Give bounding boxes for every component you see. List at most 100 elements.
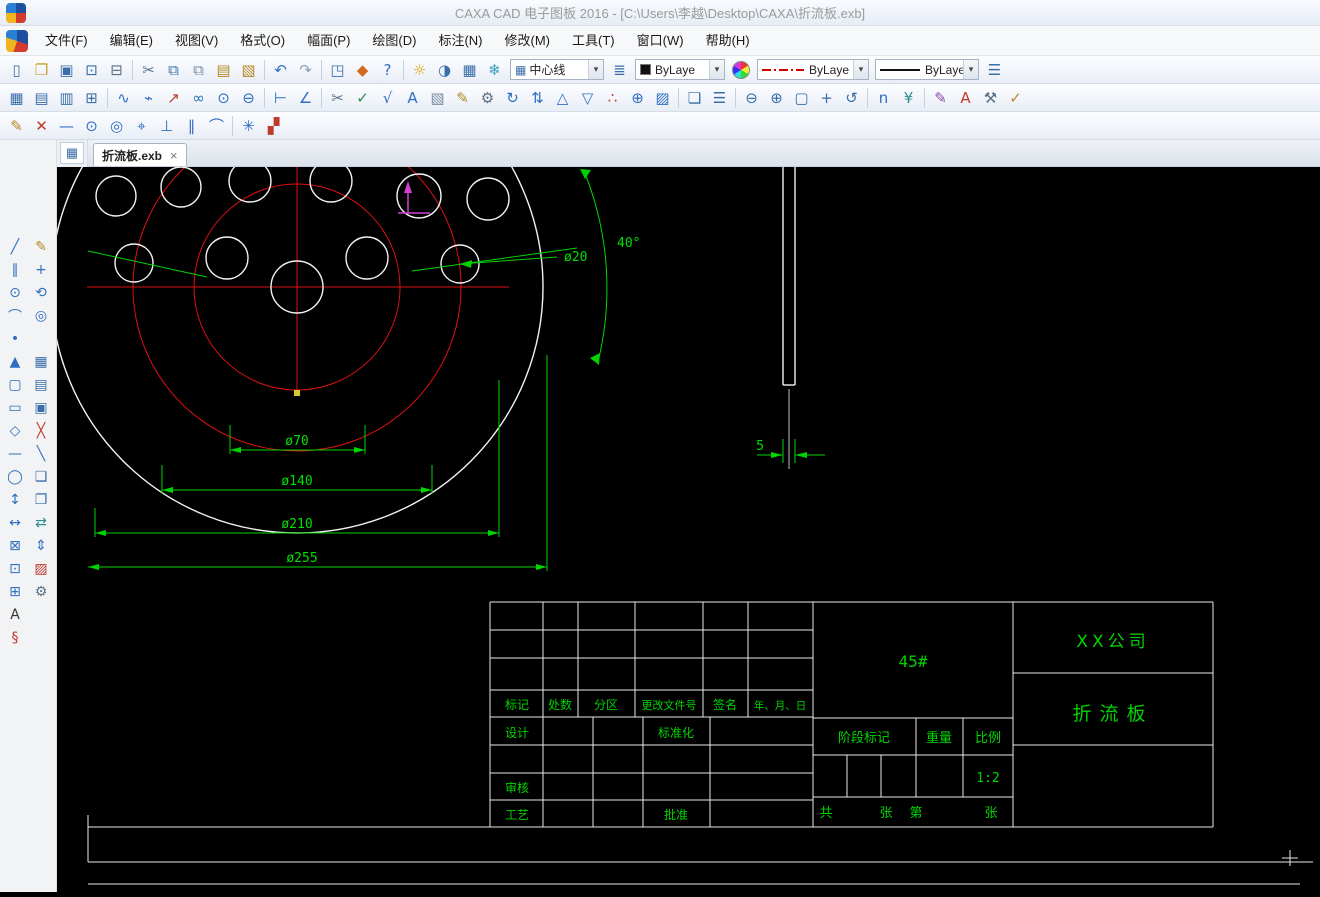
image-icon[interactable]: ▧ [425, 86, 450, 110]
segment-icon[interactable]: — [3, 443, 27, 465]
menu-help[interactable]: 帮助(H) [695, 29, 761, 53]
menu-file[interactable]: 文件(F) [34, 29, 99, 53]
copy-with-basepoint-icon[interactable]: ⧉ [186, 58, 211, 82]
divide-icon[interactable]: ╳ [29, 420, 53, 442]
ole-object-icon[interactable]: ◳ [325, 58, 350, 82]
mirror-icon[interactable]: ▽ [575, 86, 600, 110]
line-icon[interactable]: ╱ [3, 236, 27, 258]
copy-icon[interactable]: ⧉ [161, 58, 186, 82]
ellipse-icon[interactable]: ◯ [3, 466, 27, 488]
menu-format[interactable]: 格式(O) [229, 29, 296, 53]
chevron-down-icon[interactable]: ▾ [853, 60, 868, 79]
new-icon[interactable]: ▯ [4, 58, 29, 82]
style-check-icon[interactable]: ✓ [1003, 86, 1028, 110]
sketch-icon[interactable]: ✎ [4, 114, 29, 138]
parameter-bar-icon[interactable]: ▥ [54, 86, 79, 110]
menu-draw[interactable]: 绘图(D) [361, 29, 427, 53]
menu-window[interactable]: 窗口(W) [626, 29, 695, 53]
circle-draw-icon[interactable]: ⊙ [211, 86, 236, 110]
center-mark-icon[interactable]: ⊕ [625, 86, 650, 110]
regen-icon[interactable]: ↺ [839, 86, 864, 110]
zoom-out-icon[interactable]: ⊖ [739, 86, 764, 110]
sketch-pen-icon[interactable]: ✎ [29, 236, 53, 258]
pan-tool-icon[interactable]: ↔ [3, 512, 27, 534]
trim-icon[interactable]: ✂ [325, 86, 350, 110]
chevron-down-icon[interactable]: ▾ [709, 60, 724, 79]
slot-icon[interactable]: ⊖ [236, 86, 261, 110]
check-icon[interactable]: ✓ [350, 86, 375, 110]
zoom-window-icon[interactable]: ▢ [789, 86, 814, 110]
offset-icon[interactable]: ╲ [29, 443, 53, 465]
close-icon[interactable]: × [170, 148, 178, 163]
format-brush-icon[interactable]: n [871, 86, 896, 110]
point-icon[interactable]: • [3, 328, 27, 350]
angle-dimension-icon[interactable]: ∠ [293, 86, 318, 110]
menu-view[interactable]: 视图(V) [164, 29, 229, 53]
block-icon[interactable]: ▣ [29, 397, 53, 419]
erase-icon[interactable]: ✕ [29, 114, 54, 138]
text-icon[interactable]: A [3, 604, 27, 626]
spline-icon[interactable]: ∿ [111, 86, 136, 110]
center-icon[interactable]: ⌖ [129, 114, 154, 138]
annotate-icon[interactable]: A [953, 86, 978, 110]
gear-icon[interactable]: ⚙ [475, 86, 500, 110]
text-tool-icon[interactable]: A [400, 86, 425, 110]
sheet-settings-icon[interactable]: ▦ [4, 86, 29, 110]
settings-gear-icon[interactable]: ⚙ [29, 581, 53, 603]
document-tab[interactable]: 折流板.exb × [93, 143, 187, 166]
undo-icon[interactable]: ↶ [268, 58, 293, 82]
new-doc-icon[interactable]: ❏ [29, 466, 53, 488]
fill-icon[interactable]: ▲ [3, 351, 27, 373]
scale-icon[interactable]: △ [550, 86, 575, 110]
menu-modify[interactable]: 修改(M) [494, 29, 562, 53]
drawing-canvas[interactable]: ø70 ø140 ø210 ø255 ø20 40° 5 标记 处数 分区 更改… [50, 40, 1320, 892]
zigzag-icon[interactable]: § [3, 627, 27, 649]
point-style-icon[interactable]: ✳ [236, 114, 261, 138]
concentric-icon[interactable]: ◎ [29, 305, 53, 327]
layer-settings-icon[interactable]: ▦ [457, 58, 482, 82]
link-icon[interactable]: ∞ [186, 86, 211, 110]
hatch-tool-icon[interactable]: ▨ [29, 558, 53, 580]
list-icon[interactable]: ☰ [982, 58, 1007, 82]
open-icon[interactable]: ❐ [29, 58, 54, 82]
pan-icon[interactable]: + [814, 86, 839, 110]
move-icon[interactable]: + [29, 259, 53, 281]
block-edit-icon[interactable]: ▞ [261, 114, 286, 138]
table-icon[interactable]: ▤ [29, 374, 53, 396]
formula-icon[interactable]: √ [375, 86, 400, 110]
grid-icon[interactable]: ▦ [29, 351, 53, 373]
layer-on-icon[interactable]: ☼ [407, 58, 432, 82]
menu-tools[interactable]: 工具(T) [561, 29, 626, 53]
layer-visibility-icon[interactable]: ◑ [432, 58, 457, 82]
stretch-icon[interactable]: ⇕ [29, 535, 53, 557]
menu-dimension[interactable]: 标注(N) [427, 29, 493, 53]
fit-icon[interactable]: ↕ [3, 489, 27, 511]
color-combo[interactable]: ByLaye ▾ [635, 59, 725, 80]
polygon-icon[interactable]: ◇ [3, 420, 27, 442]
parallel-line-icon[interactable]: ∥ [3, 259, 27, 281]
paste-special-icon[interactable]: ▧ [236, 58, 261, 82]
brush-icon[interactable]: ✎ [928, 86, 953, 110]
chevron-down-icon[interactable]: ▾ [588, 60, 603, 79]
linetype-combo[interactable]: ByLaye ▾ [757, 59, 869, 80]
parallel-icon[interactable]: ∥ [179, 114, 204, 138]
title-block-icon[interactable]: ▤ [29, 86, 54, 110]
linear-dimension-icon[interactable]: ⊢ [268, 86, 293, 110]
properties-icon[interactable]: ◆ [350, 58, 375, 82]
lineweight-combo[interactable]: ByLayer ▾ [875, 59, 979, 80]
print-preview-icon[interactable]: ⊡ [79, 58, 104, 82]
library-panel-icon[interactable]: ▦ [60, 142, 84, 164]
frame-icon[interactable]: ▢ [3, 374, 27, 396]
new-view-icon[interactable]: ❏ [682, 86, 707, 110]
rotate-icon[interactable]: ↻ [500, 86, 525, 110]
layout-icon[interactable]: ☰ [707, 86, 732, 110]
menu-edit[interactable]: 编辑(E) [99, 29, 164, 53]
paste-icon[interactable]: ▤ [211, 58, 236, 82]
circle-icon[interactable]: ⊙ [79, 114, 104, 138]
zoom-in-icon[interactable]: ⊕ [764, 86, 789, 110]
leader-icon[interactable]: ↗ [161, 86, 186, 110]
help-icon[interactable]: ? [375, 58, 400, 82]
bom-table-icon[interactable]: ⊞ [79, 86, 104, 110]
chevron-down-icon[interactable]: ▾ [963, 60, 978, 79]
window-icon[interactable]: ⊞ [3, 581, 27, 603]
